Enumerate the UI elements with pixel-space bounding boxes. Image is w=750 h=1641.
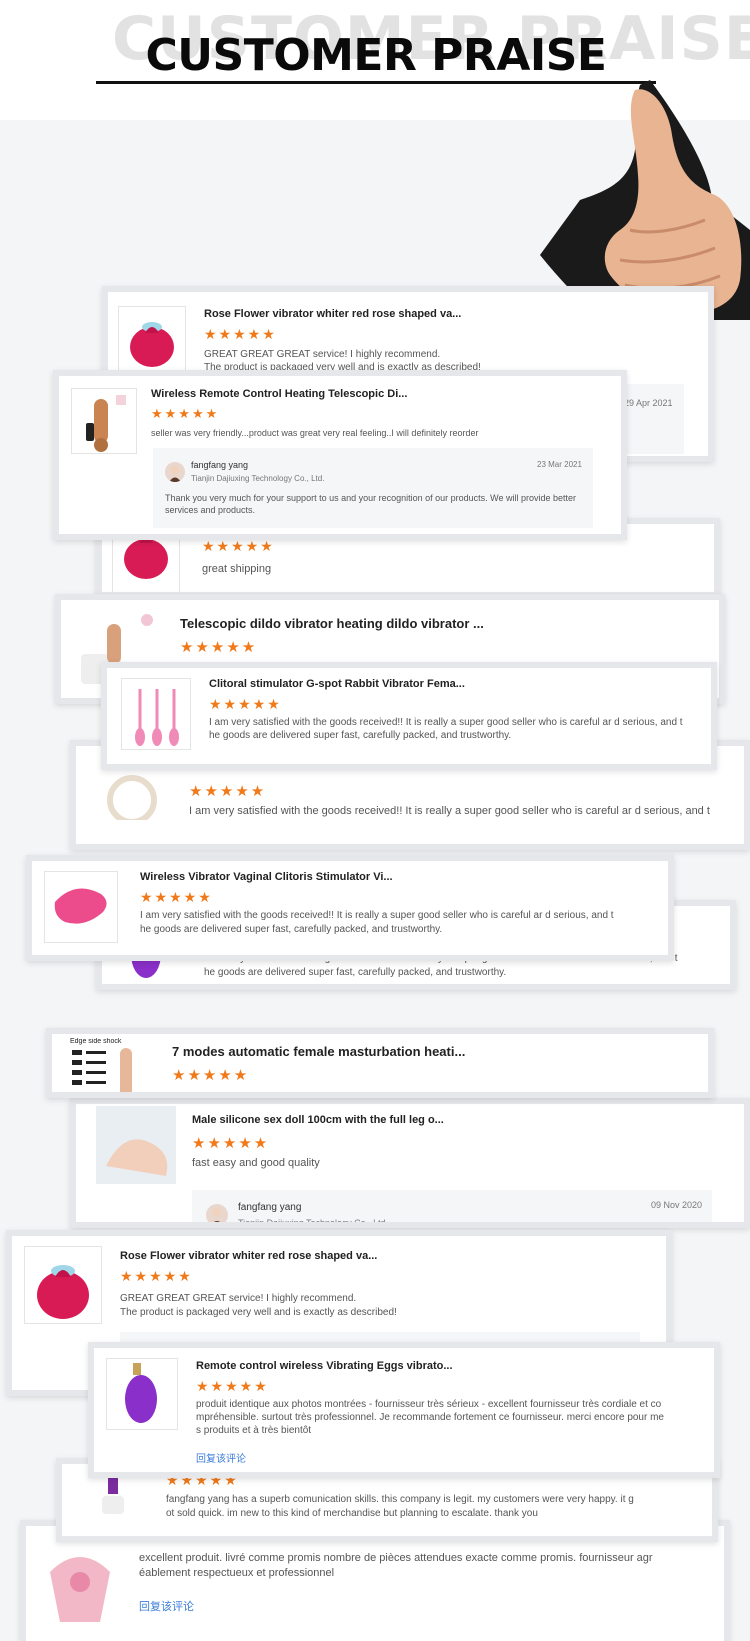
review-card: Remote control wireless Vibrating Eggs v… — [88, 1342, 720, 1478]
reply-date: 23 Mar 2021 — [537, 460, 582, 469]
reply-date: 09 Nov 2020 — [651, 1200, 703, 1210]
product-thumbnail — [71, 388, 137, 454]
review-text: éablement respectueux et professionnel — [139, 1567, 335, 1579]
review-text: produit identique aux photos montrées - … — [196, 1399, 662, 1410]
thumbs-up-illustration — [540, 80, 750, 320]
reply-company: Tianjin Dajiuxing Technology Co., Ltd. — [191, 474, 325, 483]
product-thumbnail — [118, 306, 186, 372]
review-text: I am very satisfied with the goods recei… — [189, 805, 710, 817]
product-thumbnail — [24, 1246, 102, 1324]
review-card: Male silicone sex doll 100cm with the fu… — [70, 1098, 750, 1228]
review-text: fast easy and good quality — [192, 1157, 320, 1169]
rating-stars: ★★★★★ — [196, 1378, 269, 1394]
product-title[interactable]: Wireless Vibrator Vaginal Clitoris Stimu… — [140, 871, 393, 883]
review-text: I am very satisfied with the goods recei… — [209, 717, 683, 728]
product-thumbnail — [96, 1106, 176, 1184]
review-text: The product is packaged very well and is… — [120, 1307, 397, 1318]
review-date: 29 Apr 2021 — [624, 398, 673, 408]
rating-stars: ★★★★★ — [140, 889, 213, 905]
review-text: he goods are delivered super fast, caref… — [140, 924, 443, 935]
product-title[interactable]: Telescopic dildo vibrator heating dildo … — [180, 616, 484, 631]
review-card: Wireless Remote Control Heating Telescop… — [53, 370, 627, 540]
rating-stars: ★★★★★ — [192, 1135, 270, 1152]
reply-link[interactable]: 回复该评论 — [196, 1450, 246, 1465]
rating-stars: ★★★★★ — [189, 783, 267, 800]
review-text: he goods are delivered super fast, caref… — [209, 730, 512, 741]
rating-stars: ★★★★★ — [172, 1067, 250, 1084]
reply-text: services and products. — [165, 505, 256, 515]
rating-stars: ★★★★★ — [204, 326, 277, 342]
avatar — [165, 462, 185, 482]
rating-stars: ★★★★★ — [180, 639, 258, 656]
reply-link[interactable]: 回复该评论 — [139, 1598, 194, 1614]
review-text: excellent produit. livré comme promis no… — [139, 1552, 653, 1564]
review-text: GREAT GREAT GREAT service! I highly reco… — [120, 1293, 357, 1304]
reply-name: fangfang yang — [238, 1202, 302, 1213]
review-text: seller was very friendly...product was g… — [151, 428, 479, 438]
review-text: s produits et à très bientôt — [196, 1425, 312, 1436]
product-thumbnail — [40, 1542, 120, 1628]
product-thumbnail — [121, 678, 191, 750]
product-title[interactable]: 7 modes automatic female masturbation he… — [172, 1044, 465, 1059]
review-text: ot sold quick. im new to this kind of me… — [166, 1508, 538, 1519]
review-card: Edge side shock 7 modes automatic female… — [46, 1028, 714, 1098]
review-text: I am very satisfied with the goods recei… — [140, 910, 614, 921]
rating-stars: ★★★★★ — [120, 1268, 193, 1284]
page-title: CUSTOMER PRAISE — [145, 30, 607, 81]
thumb-label: Edge side shock — [70, 1038, 122, 1045]
product-thumbnail: Edge side shock — [68, 1038, 148, 1092]
product-title[interactable]: Remote control wireless Vibrating Eggs v… — [196, 1360, 453, 1372]
rating-stars: ★★★★★ — [151, 406, 220, 421]
product-title[interactable]: Clitoral stimulator G-spot Rabbit Vibrat… — [209, 678, 465, 690]
review-text: mpréhensible. surtout très professionnel… — [196, 1412, 664, 1423]
avatar — [206, 1204, 228, 1222]
rating-stars: ★★★★★ — [202, 538, 275, 554]
product-thumbnail — [44, 871, 118, 943]
rating-stars: ★★★★★ — [209, 696, 282, 712]
product-title[interactable]: Wireless Remote Control Heating Telescop… — [151, 388, 407, 400]
product-title[interactable]: Male silicone sex doll 100cm with the fu… — [192, 1114, 444, 1126]
review-card: Clitoral stimulator G-spot Rabbit Vibrat… — [101, 662, 717, 770]
product-title[interactable]: Rose Flower vibrator whiter red rose sha… — [120, 1250, 377, 1262]
review-text: GREAT GREAT GREAT service! I highly reco… — [204, 349, 441, 360]
product-thumbnail — [106, 1358, 178, 1430]
review-text: great shipping — [202, 563, 272, 575]
review-text: The shopkeeper is nice. Fast service — [172, 1091, 352, 1098]
product-title[interactable]: Rose Flower vibrator whiter red rose sha… — [204, 308, 461, 320]
review-text: he goods are delivered super fast, caref… — [204, 967, 507, 978]
reply-company: Tianjin Dajiuxing Technology Co., Ltd. — [238, 1218, 389, 1228]
review-card: Wireless Vibrator Vaginal Clitoris Stimu… — [26, 855, 674, 961]
review-text: fangfang yang has a superb comunication … — [166, 1494, 634, 1505]
reply-name: fangfang yang — [191, 460, 249, 470]
